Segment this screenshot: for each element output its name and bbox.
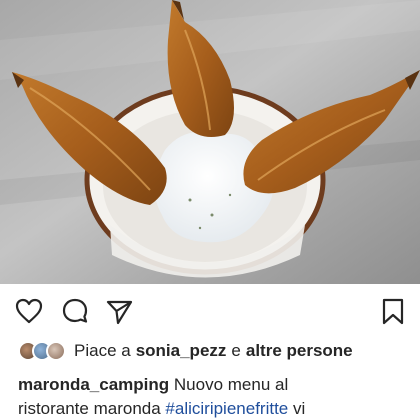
bookmark-icon[interactable]: [378, 296, 408, 326]
post-action-bar: [0, 290, 420, 332]
caption-text: vi: [293, 399, 306, 418]
comment-icon[interactable]: [60, 296, 90, 326]
likes-summary: Piace a sonia_pezz e altre persone: [18, 339, 418, 363]
likes-connector: e: [231, 341, 241, 360]
caption-username[interactable]: maronda_camping: [18, 375, 169, 394]
paper-plane-icon[interactable]: [104, 296, 134, 326]
avatar: [46, 341, 66, 361]
likes-others-link[interactable]: altre persone: [246, 341, 353, 361]
post-image[interactable]: [0, 0, 420, 284]
liker-avatars: [18, 341, 66, 361]
heart-icon[interactable]: [14, 296, 44, 326]
likes-prefix: Piace a: [74, 341, 131, 360]
food-photo-illustration: [0, 0, 420, 284]
post-caption: maronda_camping Nuovo menu al ristorante…: [18, 373, 418, 420]
hashtag-link[interactable]: #aliciripienefritte: [165, 399, 288, 418]
caption-line-2: ristorante maronda #aliciripienefritte v…: [18, 397, 418, 420]
caption-text: Nuovo menu al: [173, 375, 289, 394]
liker-username[interactable]: sonia_pezz: [136, 341, 227, 361]
caption-text: ristorante maronda: [18, 399, 161, 418]
caption-line-1: maronda_camping Nuovo menu al: [18, 373, 418, 397]
